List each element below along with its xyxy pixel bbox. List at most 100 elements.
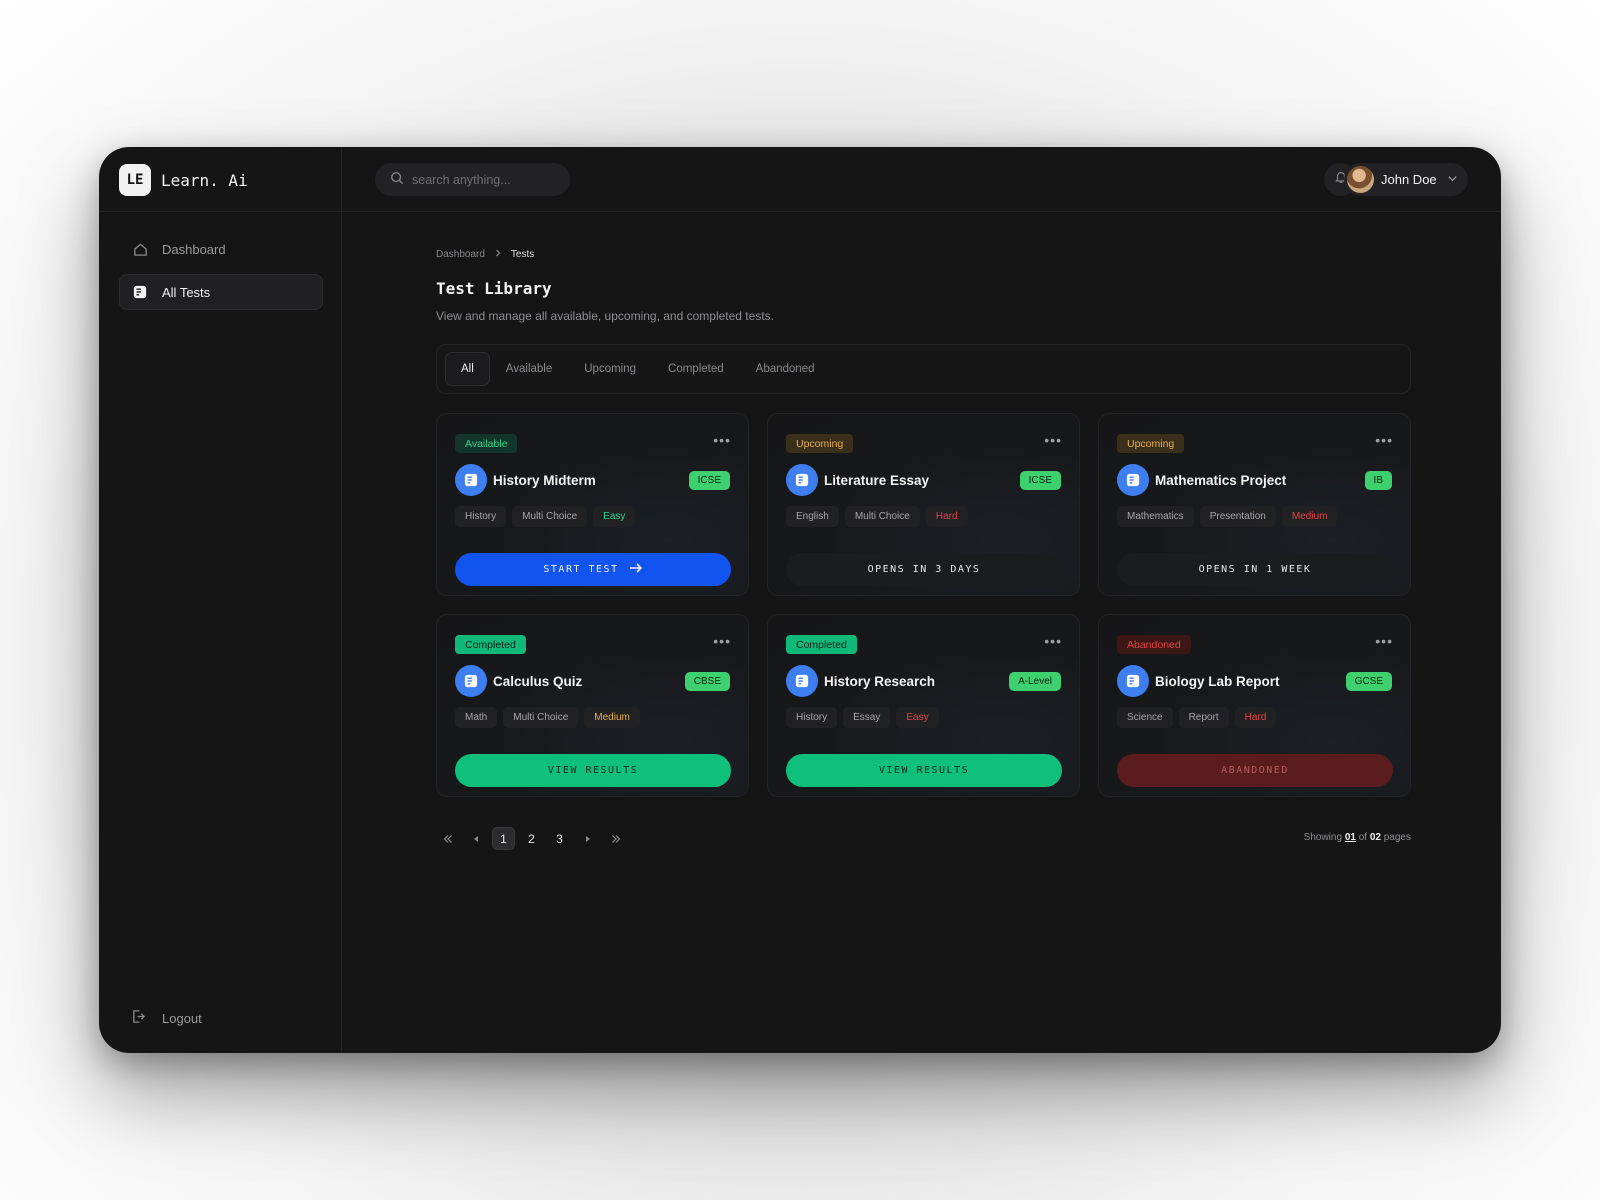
test-icon — [786, 464, 818, 496]
format-tag: Essay — [843, 707, 891, 728]
action-label: START TEST — [543, 564, 619, 575]
more-options-icon[interactable]: ••• — [713, 633, 731, 649]
difficulty-tag: Easy — [896, 707, 939, 728]
next-page-icon[interactable] — [576, 827, 599, 850]
tab-abandoned[interactable]: Abandoned — [740, 352, 831, 386]
last-page-icon[interactable] — [604, 827, 627, 850]
view-results-button[interactable]: VIEW RESULTS — [455, 754, 731, 787]
showing-total: 02 — [1369, 832, 1381, 843]
more-options-icon[interactable]: ••• — [1044, 633, 1062, 649]
test-name: Mathematics Project — [1155, 472, 1287, 488]
test-icon — [455, 665, 487, 697]
test-name: History Research — [824, 673, 936, 689]
opens-in-button: OPENS IN 1 WEEK — [1117, 553, 1393, 586]
chevron-right-icon — [494, 249, 502, 260]
logout-icon — [131, 1009, 146, 1027]
breadcrumb-current: Tests — [510, 249, 535, 260]
tag-list: Science Report Hard — [1117, 707, 1277, 728]
test-card: Abandoned ••• Biology Lab Report GCSE Sc… — [1098, 614, 1411, 797]
difficulty-tag: Medium — [1281, 506, 1338, 527]
breadcrumb: Dashboard Tests — [436, 249, 534, 260]
status-badge: Completed — [455, 635, 526, 654]
first-page-icon[interactable] — [436, 827, 459, 850]
home-icon — [132, 241, 148, 257]
page-count: Showing 01 of 02 pages — [1304, 832, 1411, 843]
subject-tag: Math — [455, 707, 498, 728]
arrow-right-icon — [629, 562, 643, 577]
user-menu[interactable]: John Doe — [1344, 163, 1468, 196]
tests-icon — [132, 284, 148, 300]
search-input[interactable]: search anything... — [375, 163, 570, 196]
test-name: Biology Lab Report — [1155, 673, 1280, 689]
more-options-icon[interactable]: ••• — [1044, 432, 1062, 448]
showing-suffix: pages — [1383, 832, 1411, 843]
test-card: Completed ••• History Research A-Level H… — [767, 614, 1080, 797]
format-tag: Multi Choice — [512, 506, 588, 527]
filter-tabs: All Available Upcoming Completed Abandon… — [436, 344, 1411, 394]
subject-tag: Mathematics — [1117, 506, 1194, 527]
showing-of: of — [1358, 832, 1368, 843]
page-3[interactable]: 3 — [548, 827, 571, 850]
format-tag: Multi Choice — [844, 506, 920, 527]
subject-tag: History — [786, 707, 838, 728]
status-badge: Upcoming — [1117, 434, 1185, 453]
view-results-button[interactable]: VIEW RESULTS — [786, 754, 1062, 787]
brand[interactable]: LE Learn. Ai — [119, 164, 248, 196]
test-icon — [1117, 665, 1149, 697]
brand-name: Learn. Ai — [161, 170, 248, 190]
opens-in-button: OPENS IN 3 DAYS — [786, 553, 1062, 586]
sidebar-nav: Dashboard All Tests — [119, 231, 323, 317]
difficulty-tag: Medium — [584, 707, 640, 728]
sidebar-item-label: All Tests — [162, 284, 211, 300]
test-card: Completed ••• Calculus Quiz CBSE Math Mu… — [436, 614, 749, 797]
more-options-icon[interactable]: ••• — [1375, 432, 1393, 448]
tab-upcoming[interactable]: Upcoming — [568, 352, 652, 386]
tab-all[interactable]: All — [445, 352, 490, 386]
status-badge: Abandoned — [1117, 635, 1191, 654]
avatar — [1347, 166, 1374, 193]
tag-list: Mathematics Presentation Medium — [1117, 506, 1338, 527]
test-name: Calculus Quiz — [493, 673, 583, 689]
start-test-button[interactable]: START TEST — [455, 553, 731, 586]
test-name: History Midterm — [493, 472, 596, 488]
more-options-icon[interactable]: ••• — [713, 432, 731, 448]
status-badge: Available — [455, 434, 518, 453]
abandoned-button: ABANDONED — [1117, 754, 1393, 787]
sidebar-item-label: Dashboard — [162, 241, 226, 257]
logout-button[interactable]: Logout — [131, 1009, 202, 1027]
status-badge: Upcoming — [786, 434, 854, 453]
board-badge: CBSE — [684, 672, 730, 691]
tag-list: English Multi Choice Hard — [786, 506, 968, 527]
search-icon — [390, 171, 404, 188]
test-icon — [455, 464, 487, 496]
board-badge: GCSE — [1345, 672, 1392, 691]
test-name: Literature Essay — [824, 472, 930, 488]
divider — [99, 211, 341, 212]
status-badge: Completed — [786, 635, 857, 654]
difficulty-tag: Hard — [1234, 707, 1277, 728]
more-options-icon[interactable]: ••• — [1375, 633, 1393, 649]
page-title: Test Library — [436, 279, 552, 298]
tag-list: Math Multi Choice Medium — [455, 707, 640, 728]
format-tag: Report — [1178, 707, 1229, 728]
page-subtitle: View and manage all available, upcoming,… — [436, 309, 774, 323]
breadcrumb-parent[interactable]: Dashboard — [436, 249, 485, 260]
tab-completed[interactable]: Completed — [652, 352, 740, 386]
test-card: Upcoming ••• Mathematics Project IB Math… — [1098, 413, 1411, 596]
brand-logo: LE — [119, 164, 151, 196]
sidebar-item-dashboard[interactable]: Dashboard — [119, 231, 323, 267]
test-icon — [1117, 464, 1149, 496]
tab-available[interactable]: Available — [490, 352, 568, 386]
sidebar: LE Learn. Ai Dashboard All Tests Logout — [99, 147, 342, 1053]
page-1[interactable]: 1 — [492, 827, 515, 850]
chevron-down-icon — [1447, 172, 1458, 187]
prev-page-icon[interactable] — [464, 827, 487, 850]
logout-label: Logout — [162, 1010, 202, 1026]
subject-tag: History — [455, 506, 507, 527]
page-2[interactable]: 2 — [520, 827, 543, 850]
test-icon — [786, 665, 818, 697]
sidebar-item-all-tests[interactable]: All Tests — [119, 274, 323, 310]
search-placeholder: search anything... — [412, 172, 511, 187]
topbar: search anything... John Doe — [342, 147, 1501, 212]
difficulty-tag: Easy — [593, 506, 636, 527]
